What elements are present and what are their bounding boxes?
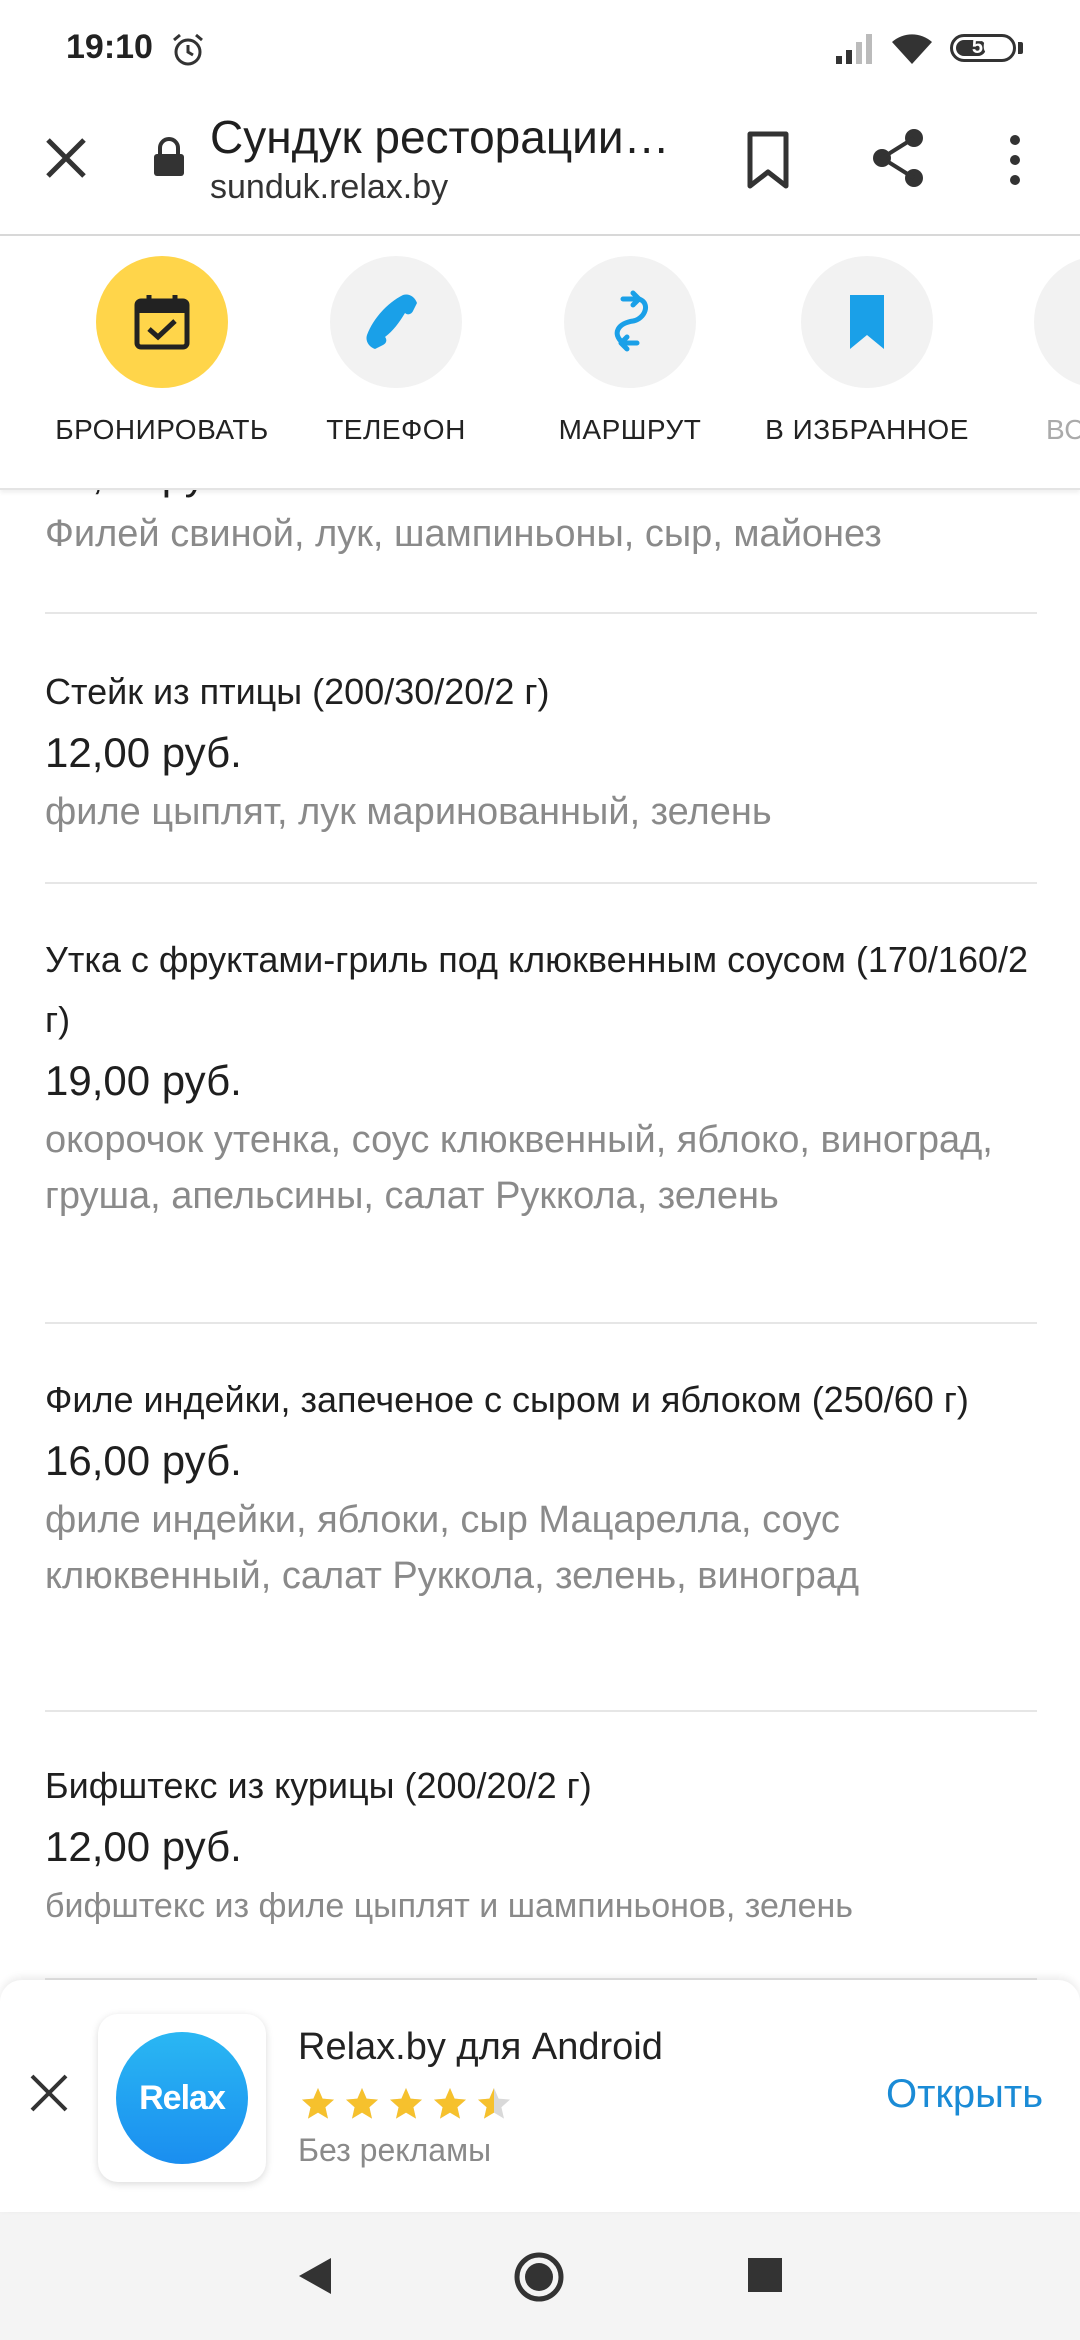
more-menu-button[interactable] xyxy=(1000,130,1030,190)
item-price: 19,00 руб. xyxy=(45,1057,242,1104)
signal-icon xyxy=(836,34,872,64)
battery-icon: 56 xyxy=(950,34,1016,62)
item-description: окорочок утенка, соус клюквенный, яблоко… xyxy=(45,1119,993,1217)
action-phone[interactable]: ТЕЛЕФОН xyxy=(286,256,506,446)
action-more[interactable]: ВС xyxy=(990,256,1080,446)
item-title: Бифштекс из курицы (200/20/2 г) xyxy=(45,1765,592,1806)
action-phone-label: ТЕЛЕФОН xyxy=(326,414,466,445)
item-title: Стейк из птицы (200/30/20/2 г) xyxy=(45,671,550,712)
menu-item: Филе индейки, запеченое с сыром и яблоко… xyxy=(45,1370,1035,1604)
action-row: БРОНИРОВАТЬ ТЕЛЕФОН МАРШРУТ В ИЗБРАННОЕ xyxy=(0,236,1080,490)
item-description: филе цыплят, лук маринованный, зелень xyxy=(45,791,772,833)
system-nav-bar xyxy=(0,2212,1080,2340)
back-icon[interactable] xyxy=(295,2254,335,2298)
action-book[interactable]: БРОНИРОВАТЬ xyxy=(52,256,272,446)
close-banner-button[interactable] xyxy=(26,2070,72,2116)
menu-item: Бифштекс из курицы (200/20/2 г) 12,00 ру… xyxy=(45,1756,1035,1934)
star-icon xyxy=(390,2088,422,2119)
action-favorite-label: В ИЗБРАННОЕ xyxy=(765,414,969,445)
action-more-label: ВС xyxy=(1046,414,1080,445)
app-subtitle: Без рекламы xyxy=(298,2132,492,2168)
star-icon xyxy=(302,2088,334,2119)
phone-icon xyxy=(366,294,417,349)
star-icon xyxy=(478,2088,510,2119)
app-name: Relax.by для Android xyxy=(298,2026,663,2068)
browser-toolbar: Сундук ресторации… sunduk.relax.by xyxy=(0,100,1080,236)
item-title: Утка с фруктами-гриль под клюквенным соу… xyxy=(45,939,1029,1040)
partial-icon xyxy=(1067,289,1080,355)
action-more-circle xyxy=(1034,256,1080,388)
bookmark-button[interactable] xyxy=(740,130,796,190)
item-price: 12,00 руб. xyxy=(45,1823,242,1870)
alarm-icon xyxy=(173,33,203,66)
item-description: филе индейки, яблоки, сыр Мацарелла, соу… xyxy=(45,1499,860,1597)
share-button[interactable] xyxy=(868,126,928,190)
bookmark-icon xyxy=(850,295,884,349)
status-time: 19:10 xyxy=(66,28,153,66)
item-description: бифштекс из филе цыплят и шампиньонов, з… xyxy=(45,1887,853,1925)
divider xyxy=(45,1322,1037,1324)
recent-apps-icon[interactable] xyxy=(748,2258,782,2292)
item-title: Филе индейки, запеченое с сыром и яблоко… xyxy=(45,1379,969,1420)
divider xyxy=(45,612,1037,614)
action-book-label: БРОНИРОВАТЬ xyxy=(55,414,269,445)
battery-text: 56 xyxy=(971,36,995,58)
open-app-button[interactable]: Открыть xyxy=(886,2072,1043,2117)
app-icon[interactable]: Relax xyxy=(98,2014,266,2182)
close-tab-button[interactable] xyxy=(38,130,94,186)
status-bar: 19:10 56 xyxy=(0,0,1080,100)
home-icon[interactable] xyxy=(512,2250,566,2304)
wifi-icon xyxy=(892,34,932,64)
divider xyxy=(45,1710,1037,1712)
action-favorite-circle xyxy=(801,256,933,388)
menu-item: Стейк из птицы (200/30/20/2 г) 12,00 руб… xyxy=(45,662,1035,840)
calendar-check-icon xyxy=(134,295,190,350)
page-url[interactable]: sunduk.relax.by xyxy=(210,168,448,207)
action-book-circle xyxy=(96,256,228,388)
menu-content[interactable]: 12,00 руб. Филей свиной, лук, шампиньоны… xyxy=(0,470,1080,1980)
lock-icon xyxy=(154,137,184,176)
page-title: Сундук ресторации… xyxy=(210,111,670,163)
divider xyxy=(45,882,1037,884)
action-route[interactable]: МАРШРУТ xyxy=(520,256,740,446)
app-install-banner: Relax Relax.by для Android Без рекламы О… xyxy=(0,1980,1080,2212)
battery-nub xyxy=(1018,42,1023,54)
action-route-circle xyxy=(564,256,696,388)
action-phone-circle xyxy=(330,256,462,388)
action-favorite[interactable]: В ИЗБРАННОЕ xyxy=(757,256,977,446)
item-price: 16,00 руб. xyxy=(45,1437,242,1484)
item-price: 12,00 руб. xyxy=(45,729,242,776)
menu-item: Утка с фруктами-гриль под клюквенным соу… xyxy=(45,930,1035,1224)
star-icon xyxy=(346,2088,378,2119)
star-icon xyxy=(434,2088,466,2119)
item-description: Филей свиной, лук, шампиньоны, сыр, майо… xyxy=(45,513,882,555)
route-icon xyxy=(614,290,649,352)
action-route-label: МАРШРУТ xyxy=(558,414,702,445)
app-icon-logo: Relax xyxy=(116,2032,248,2164)
rating-stars xyxy=(300,2086,520,2126)
